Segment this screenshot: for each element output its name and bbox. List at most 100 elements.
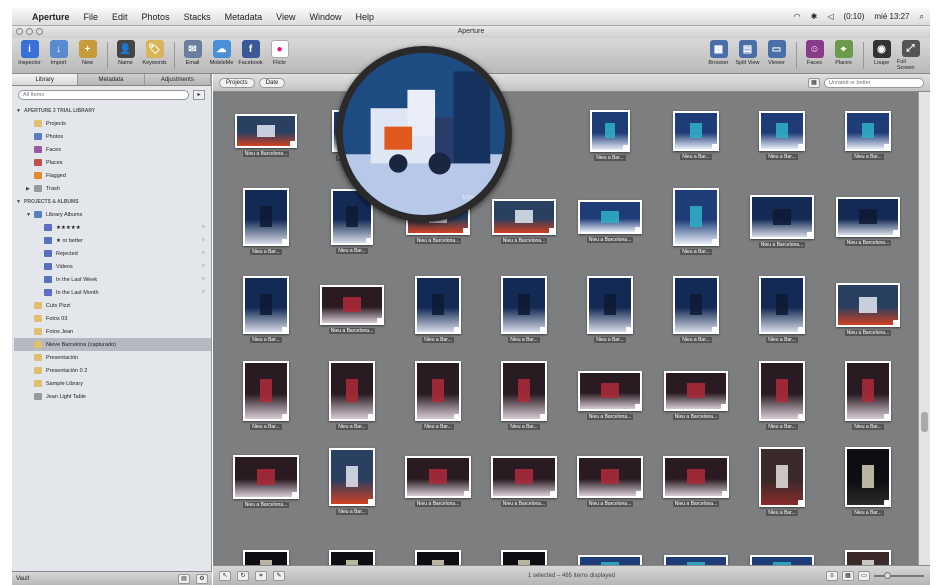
menu-metadata[interactable]: Metadata bbox=[225, 12, 263, 22]
photo-thumbnail-cell[interactable]: Nieu a Bar... bbox=[911, 178, 918, 264]
photo-thumbnail[interactable] bbox=[759, 446, 805, 507]
photo-thumbnail-cell[interactable]: Nieu a Barcelona... bbox=[481, 438, 567, 524]
sidebar-item[interactable]: Presentación bbox=[14, 351, 211, 364]
disclosure-triangle-icon[interactable]: ▶ bbox=[26, 186, 34, 192]
sidebar-item[interactable]: ★ or better ⌕ bbox=[14, 234, 211, 247]
sidebar-item[interactable]: ▶ Trash bbox=[14, 182, 211, 195]
photo-thumbnail[interactable] bbox=[750, 194, 814, 239]
mobileme-button[interactable]: ☁ MobileMe bbox=[208, 40, 235, 71]
photo-thumbnail-cell[interactable] bbox=[825, 522, 911, 565]
sidebar-item[interactable]: Presentación 0 2 bbox=[14, 364, 211, 377]
photo-thumbnail-cell[interactable]: Nieu a Bar... bbox=[567, 92, 653, 178]
photo-thumbnail-cell[interactable]: Nieu a Barcelona... bbox=[653, 438, 739, 524]
tab-library[interactable]: Library bbox=[12, 74, 79, 85]
photo-thumbnail-cell[interactable]: Nieu a Bar... bbox=[309, 438, 395, 524]
scrollbar-knob[interactable] bbox=[921, 412, 928, 432]
sidebar-item[interactable]: ★★★★★ ⌕ bbox=[14, 221, 211, 234]
crop-tool-icon[interactable]: ⌗ bbox=[255, 570, 267, 581]
photo-thumbnail-cell[interactable] bbox=[911, 522, 918, 565]
photo-thumbnail-cell[interactable]: Nieu a Barcelona... bbox=[653, 352, 739, 438]
vault-label[interactable]: Vault bbox=[16, 576, 29, 582]
full-screen-button[interactable]: ⤢ Full Screen bbox=[897, 40, 924, 71]
photo-thumbnail[interactable] bbox=[233, 454, 299, 499]
photo-thumbnail-cell[interactable]: Nieu a Bar... bbox=[911, 438, 918, 524]
grid-view-icon[interactable]: ▦ bbox=[842, 570, 854, 581]
photo-thumbnail[interactable] bbox=[750, 555, 814, 565]
photo-thumbnail-cell[interactable]: Nieu a Bar... bbox=[567, 266, 653, 352]
sidebar-item[interactable]: Flagged bbox=[14, 169, 211, 182]
photo-thumbnail[interactable] bbox=[673, 110, 719, 151]
rotate-tool-icon[interactable]: ↻ bbox=[237, 570, 249, 581]
photo-thumbnail-cell[interactable]: Nieu a Bar... bbox=[223, 266, 309, 352]
photo-thumbnail-cell[interactable]: Nieu a Barcelona... bbox=[395, 438, 481, 524]
photo-thumbnail-cell[interactable]: Nieu a Barcelona... bbox=[825, 266, 911, 352]
photo-thumbnail[interactable] bbox=[491, 455, 557, 498]
disclosure-triangle-icon[interactable]: ▼ bbox=[16, 108, 24, 114]
wifi-icon[interactable]: ◠ bbox=[794, 12, 801, 21]
photo-thumbnail-cell[interactable]: Nieu a Bar... bbox=[739, 352, 825, 438]
photo-thumbnail-cell[interactable] bbox=[223, 522, 309, 565]
photo-thumbnail[interactable] bbox=[501, 360, 547, 421]
photo-thumbnail[interactable] bbox=[759, 275, 805, 334]
photo-thumbnail-cell[interactable]: Nieu a Barcelona... bbox=[223, 92, 309, 178]
keywords-button[interactable]: 🏷 Keywords bbox=[141, 40, 168, 71]
sidebar-item[interactable]: In the Last Month ⌕ bbox=[14, 286, 211, 299]
photo-thumbnail-cell[interactable] bbox=[567, 522, 653, 565]
photo-thumbnail[interactable] bbox=[329, 550, 375, 565]
photo-thumbnail[interactable] bbox=[501, 275, 547, 334]
photo-thumbnail-cell[interactable]: Nieu a Bar... bbox=[309, 352, 395, 438]
tab-adjustments[interactable]: Adjustments bbox=[144, 74, 211, 85]
menu-file[interactable]: File bbox=[84, 12, 99, 22]
sidebar-search-input[interactable] bbox=[18, 90, 189, 100]
sidebar-footer-button[interactable]: ▤ bbox=[178, 573, 190, 584]
photo-thumbnail[interactable] bbox=[578, 555, 642, 565]
photo-thumbnail-cell[interactable]: Nieu a Barcelona... bbox=[825, 178, 911, 264]
photo-thumbnail-cell[interactable]: Nieu a Bar... bbox=[825, 352, 911, 438]
date-button[interactable]: Date bbox=[258, 77, 286, 88]
sidebar-section-header[interactable]: ▼ PROJECTS & ALBUMS bbox=[14, 195, 211, 208]
photo-thumbnail[interactable] bbox=[845, 360, 891, 421]
pointer-tool-icon[interactable]: ↖ bbox=[219, 570, 231, 581]
photo-thumbnail[interactable] bbox=[501, 550, 547, 565]
photo-thumbnail-cell[interactable]: Nieu a Bar... bbox=[653, 178, 739, 264]
sidebar-item[interactable]: ▼ Library Albums bbox=[14, 208, 211, 221]
photo-thumbnail-cell[interactable] bbox=[653, 522, 739, 565]
photo-thumbnail[interactable] bbox=[235, 113, 297, 148]
sidebar-item[interactable]: Fotos 03 bbox=[14, 312, 211, 325]
split-view-button[interactable]: ▤ Split View bbox=[734, 40, 761, 71]
inspector-button[interactable]: i Inspector bbox=[16, 40, 43, 71]
menu-photos[interactable]: Photos bbox=[142, 12, 170, 22]
photo-thumbnail[interactable] bbox=[415, 550, 461, 565]
browser-scrollbar[interactable] bbox=[918, 92, 930, 565]
projects-button[interactable]: Projects bbox=[219, 77, 255, 88]
photo-thumbnail[interactable] bbox=[673, 187, 719, 246]
photo-thumbnail[interactable] bbox=[664, 370, 728, 411]
sidebar-item[interactable]: Cuts Pizzi bbox=[14, 299, 211, 312]
photo-thumbnail-cell[interactable] bbox=[395, 522, 481, 565]
new-button[interactable]: + New bbox=[74, 40, 101, 71]
sidebar-item[interactable]: Nieve Barcelona (capturado) bbox=[14, 338, 211, 351]
photo-thumbnail[interactable] bbox=[415, 360, 461, 421]
photo-thumbnail[interactable] bbox=[243, 275, 289, 334]
photo-thumbnail-cell[interactable]: Nieu a Bar... bbox=[911, 352, 918, 438]
faces-button[interactable]: ☺ Faces bbox=[801, 40, 828, 71]
photo-thumbnail-cell[interactable]: Nieu a Bar... bbox=[395, 352, 481, 438]
places-button[interactable]: ⌖ Places bbox=[830, 40, 857, 71]
photo-thumbnail[interactable] bbox=[759, 110, 805, 151]
photo-thumbnail-cell[interactable]: Nieu a Bar... bbox=[481, 352, 567, 438]
name-button[interactable]: 👤 Name bbox=[112, 40, 139, 71]
menu-aperture[interactable]: Aperture bbox=[32, 12, 70, 22]
sidebar-item[interactable]: In the Last Week ⌕ bbox=[14, 273, 211, 286]
menu-window[interactable]: Window bbox=[309, 12, 341, 22]
zoom-window-button[interactable] bbox=[36, 28, 43, 35]
import-button[interactable]: ↓ Import bbox=[45, 40, 72, 71]
loupe-button[interactable]: ◉ Loupe bbox=[868, 40, 895, 71]
photo-thumbnail[interactable] bbox=[845, 446, 891, 507]
photo-thumbnail-cell[interactable]: Nieu a Bar... bbox=[223, 178, 309, 264]
photo-thumbnail-cell[interactable] bbox=[309, 522, 395, 565]
sidebar-item[interactable]: Faces bbox=[14, 143, 211, 156]
photo-thumbnail[interactable] bbox=[329, 360, 375, 421]
browser-button[interactable]: ▦ Browser bbox=[705, 40, 732, 71]
photo-thumbnail[interactable] bbox=[663, 455, 729, 498]
sidebar-item[interactable]: Videos ⌕ bbox=[14, 260, 211, 273]
